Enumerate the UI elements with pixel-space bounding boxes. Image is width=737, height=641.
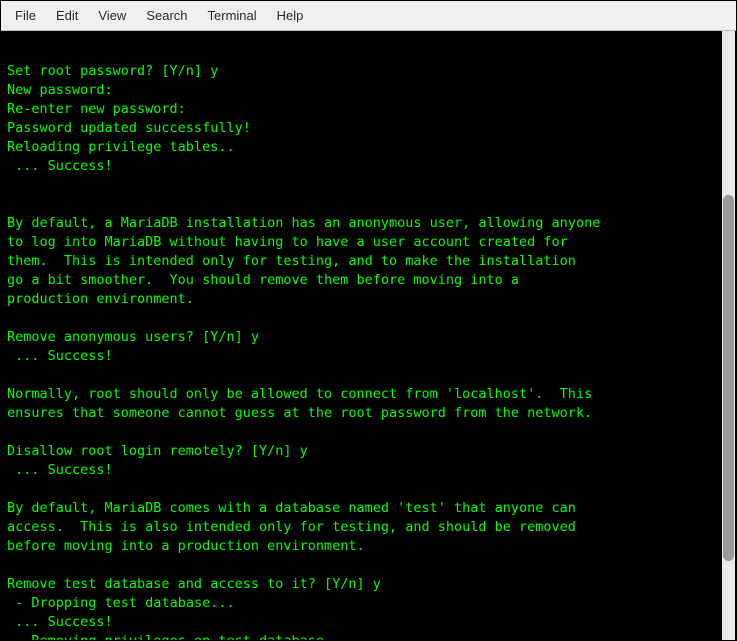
menu-view[interactable]: View [88,4,136,27]
terminal-line: them. This is intended only for testing,… [7,252,732,271]
terminal-line: ... Success! [7,613,732,632]
terminal-line: Password updated successfully! [7,119,732,138]
terminal-line: New password: [7,81,732,100]
terminal-line [7,309,732,328]
terminal-line: go a bit smoother. You should remove the… [7,271,732,290]
terminal-line: Reloading privilege tables.. [7,138,732,157]
menu-file[interactable]: File [5,4,46,27]
terminal-wrapper: Set root password? [Y/n] yNew password:R… [1,31,736,640]
terminal-line: - Dropping test database... [7,594,732,613]
terminal-line [7,43,732,62]
terminal-line: Normally, root should only be allowed to… [7,385,732,404]
terminal-line: Disallow root login remotely? [Y/n] y [7,442,732,461]
menu-help[interactable]: Help [267,4,314,27]
menu-search[interactable]: Search [136,4,197,27]
terminal-line: ... Success! [7,157,732,176]
terminal-line: production environment. [7,290,732,309]
terminal-line: before moving into a production environm… [7,537,732,556]
menu-terminal[interactable]: Terminal [198,4,267,27]
terminal-output[interactable]: Set root password? [Y/n] yNew password:R… [1,31,736,640]
terminal-line: Set root password? [Y/n] y [7,62,732,81]
terminal-line [7,366,732,385]
scrollbar-thumb[interactable] [723,195,734,560]
terminal-line: access. This is also intended only for t… [7,518,732,537]
terminal-line: - Removing privileges on test database..… [7,632,732,640]
terminal-line: to log into MariaDB without having to ha… [7,233,732,252]
terminal-line [7,556,732,575]
terminal-line [7,423,732,442]
terminal-line [7,195,732,214]
menu-edit[interactable]: Edit [46,4,88,27]
terminal-line: By default, MariaDB comes with a databas… [7,499,732,518]
terminal-line: Remove anonymous users? [Y/n] y [7,328,732,347]
menubar: File Edit View Search Terminal Help [1,1,736,31]
terminal-line [7,480,732,499]
terminal-line: ensures that someone cannot guess at the… [7,404,732,423]
scrollbar-track[interactable] [722,31,735,640]
terminal-line: ... Success! [7,461,732,480]
terminal-line: ... Success! [7,347,732,366]
terminal-line: Re-enter new password: [7,100,732,119]
terminal-line: By default, a MariaDB installation has a… [7,214,732,233]
terminal-line [7,176,732,195]
terminal-line: Remove test database and access to it? [… [7,575,732,594]
